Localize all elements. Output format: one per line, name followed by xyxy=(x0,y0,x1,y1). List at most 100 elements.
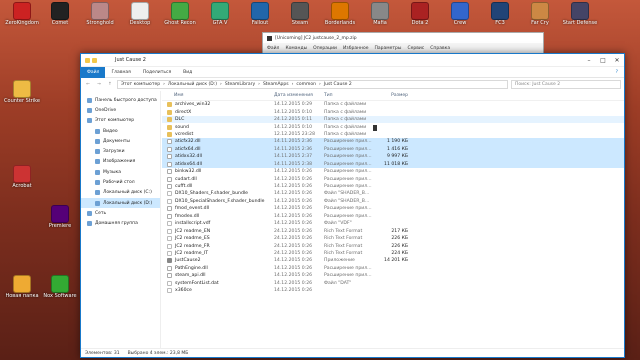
back-arrow-icon[interactable]: ← xyxy=(84,82,92,87)
column-type[interactable]: Тип xyxy=(324,93,374,98)
file-row[interactable]: binkw32.dll 14.12.2015 0:26 Расширение при… xyxy=(162,168,624,175)
file-row[interactable]: DX10_SpecialShaders_F.shader_bundle 14.12… xyxy=(162,198,624,205)
desktop-icon[interactable]: Premiere xyxy=(40,205,80,229)
folder-icon[interactable] xyxy=(92,57,97,63)
desktop-icon[interactable]: Nox Software xyxy=(40,275,80,299)
desktop-icon[interactable]: Crew xyxy=(440,2,480,26)
close-button[interactable]: ✕ xyxy=(610,57,624,64)
file-row[interactable]: sound 14.12.2015 0:10 Папка с файлами xyxy=(162,123,624,130)
file-row[interactable]: aticfx32.dll 14.11.2015 2:36 Расширение пр… xyxy=(162,138,624,146)
breadcrumb-item[interactable]: Just Cause 2 xyxy=(324,82,352,87)
nav-item[interactable]: OneDrive xyxy=(81,105,160,115)
desktop-icon[interactable]: Ghost Recon xyxy=(160,2,200,26)
minimize-button[interactable]: – xyxy=(582,57,596,64)
archive-menu-item[interactable]: Сервис xyxy=(407,46,424,51)
desktop-icon[interactable]: Mafia xyxy=(360,2,400,26)
file-row[interactable]: x360ce 14.12.2015 0:26 xyxy=(162,287,624,294)
txt-icon xyxy=(167,228,172,234)
archive-menu-item[interactable]: Справка xyxy=(430,46,450,51)
file-type: Расширение прил... xyxy=(324,273,372,279)
file-type: Папка с файлами xyxy=(324,117,367,123)
file-row[interactable]: DX10_Shaders_F.shader_bundle 14.12.2015 0… xyxy=(162,190,624,197)
desktop-icon[interactable]: Fallout xyxy=(240,2,280,26)
file-row[interactable]: installscript.vdf 14.12.2015 0:26 Файл "VD… xyxy=(162,220,624,227)
forward-arrow-icon[interactable]: → xyxy=(95,82,103,87)
breadcrumb-item[interactable]: SteamApps xyxy=(263,82,289,87)
file-date: 14.11.2015 2:36 xyxy=(274,139,313,145)
file-row[interactable]: JustCause2 14.12.2015 0:26 Приложение 14 20… xyxy=(162,257,624,264)
breadcrumb-item[interactable]: SteamLibrary xyxy=(225,82,255,87)
file-row[interactable]: atidxx32.dll 14.11.2015 2:37 Расширение пр… xyxy=(162,153,624,161)
nav-item[interactable]: Документы xyxy=(81,136,160,146)
archive-menu-item[interactable]: Операции xyxy=(313,46,337,51)
file-row[interactable]: steam_api.dll 14.12.2015 0:26 Расширение п… xyxy=(162,272,624,279)
archive-menu-item[interactable]: Параметры xyxy=(375,46,402,51)
nav-item[interactable]: Домашняя группа xyxy=(81,219,160,229)
column-date[interactable]: Дата изменения xyxy=(274,93,324,98)
file-row[interactable]: directX 14.12.2015 0:10 Папка с файлами xyxy=(162,108,624,115)
desktop-icon[interactable]: Comet xyxy=(40,2,80,26)
nav-item[interactable]: Этот компьютер xyxy=(81,116,160,126)
nav-item[interactable]: Сеть xyxy=(81,208,160,218)
file-row[interactable]: atidxx64.dll 14.11.2015 2:38 Расширение пр… xyxy=(162,160,624,168)
ribbon-tab-view[interactable]: Вид xyxy=(177,70,198,75)
desktop-icon[interactable]: Новая папка xyxy=(2,275,42,299)
app-icon xyxy=(451,2,469,20)
nav-item[interactable]: Музыка xyxy=(81,167,160,177)
ribbon-tab-home[interactable]: Главная xyxy=(105,70,136,75)
txt-icon xyxy=(167,288,172,294)
file-row[interactable]: JC2 readme_EN 24.12.2015 0:26 Rich Text Fo… xyxy=(162,227,624,234)
folder-icon[interactable] xyxy=(85,57,90,63)
dll-icon xyxy=(167,169,172,175)
ribbon-file-tab[interactable]: Файл xyxy=(81,66,106,78)
nav-item[interactable]: Загрузки xyxy=(81,146,160,156)
nav-item[interactable]: Панель быстрого доступа xyxy=(81,95,160,105)
file-row[interactable]: PathEngine.dll 14.12.2015 0:26 Расширение … xyxy=(162,265,624,272)
file-row[interactable]: cudart.dll 14.12.2015 0:26 Расширение прил… xyxy=(162,175,624,182)
desktop-icon[interactable]: Far Cry xyxy=(520,2,560,26)
file-row[interactable]: aticfx64.dll 14.11.2015 2:36 Расширение пр… xyxy=(162,145,624,154)
desktop-icon[interactable]: Steam xyxy=(280,2,320,26)
nav-item[interactable]: Локальный диск (C:) xyxy=(81,188,160,198)
archive-window[interactable]: [Unicoming] JC2 justcause_2_mp.zip Файл К… xyxy=(262,32,544,54)
file-row[interactable]: JC2 readme_ES 24.12.2015 0:26 Rich Text Fo… xyxy=(162,235,624,242)
nav-item[interactable]: Локальный диск (D:) xyxy=(81,197,160,209)
file-row[interactable]: cufft.dll 14.12.2015 0:26 Расширение прил.… xyxy=(162,183,624,190)
nav-item[interactable]: Видео xyxy=(81,126,160,136)
file-row[interactable]: DLC 24.12.2015 0:11 Папка с файлами xyxy=(162,115,624,124)
desktop-icon[interactable]: Desktop xyxy=(120,2,160,26)
breadcrumb-item[interactable]: common xyxy=(296,82,316,87)
desktop-icon[interactable]: Counter Strike xyxy=(2,80,42,104)
breadcrumb-item[interactable]: Локальный диск (D:) xyxy=(168,82,217,87)
help-icon[interactable]: ? xyxy=(610,70,624,75)
desktop-icon[interactable]: FC3 xyxy=(480,2,520,26)
file-row[interactable]: vcredist 12.12.2015 23:28 Папка с файлами xyxy=(162,131,624,138)
desktop-icon[interactable]: Dota 2 xyxy=(400,2,440,26)
column-size[interactable]: Размер xyxy=(374,93,414,98)
up-arrow-icon[interactable]: ↑ xyxy=(106,82,114,87)
search-input[interactable]: Поиск: Just Cause 2 xyxy=(511,79,621,89)
archive-menu-item[interactable]: Файл xyxy=(267,46,279,51)
archive-menu-item[interactable]: Избранное xyxy=(343,46,369,51)
file-row[interactable]: archives_win32 14.12.2015 0:29 Папка с фай… xyxy=(162,101,624,108)
desktop-icon[interactable]: Start Defense xyxy=(560,2,600,26)
file-row[interactable]: fmod_event.dll 14.12.2015 0:26 Расширение … xyxy=(162,205,624,212)
nav-item[interactable]: Изображения xyxy=(81,157,160,167)
ribbon-tab-share[interactable]: Поделиться xyxy=(137,70,177,75)
file-row[interactable]: systemFontList.dat 14.12.2015 0:26 Файл "D… xyxy=(162,280,624,287)
file-row[interactable]: JC2 readme_IT 24.12.2015 0:26 Rich Text Fo… xyxy=(162,250,624,257)
file-row[interactable]: fmodex.dll 14.12.2015 0:26 Расширение прил… xyxy=(162,213,624,220)
desktop-icon[interactable]: ZeroKingdom xyxy=(2,2,42,26)
maximize-button[interactable]: □ xyxy=(596,57,610,64)
archive-menu-item[interactable]: Команды xyxy=(285,46,307,51)
breadcrumb[interactable]: Этот компьютер › Локальный диск (D:) › Steam… xyxy=(117,79,508,89)
breadcrumb-item[interactable]: Этот компьютер xyxy=(121,82,160,87)
file-row[interactable]: JC2 readme_FR 24.12.2015 0:26 Rich Text Fo… xyxy=(162,242,624,249)
file-name-cell: archives_win32 xyxy=(162,102,274,108)
desktop-icon[interactable]: Borderlands xyxy=(320,2,360,26)
nav-item[interactable]: Рабочий стол xyxy=(81,177,160,187)
desktop-icon[interactable]: GTA V xyxy=(200,2,240,26)
desktop-icon[interactable]: Acrobat xyxy=(2,165,42,189)
column-name[interactable]: Имя xyxy=(162,93,274,98)
desktop-icon[interactable]: Stronghold xyxy=(80,2,120,26)
